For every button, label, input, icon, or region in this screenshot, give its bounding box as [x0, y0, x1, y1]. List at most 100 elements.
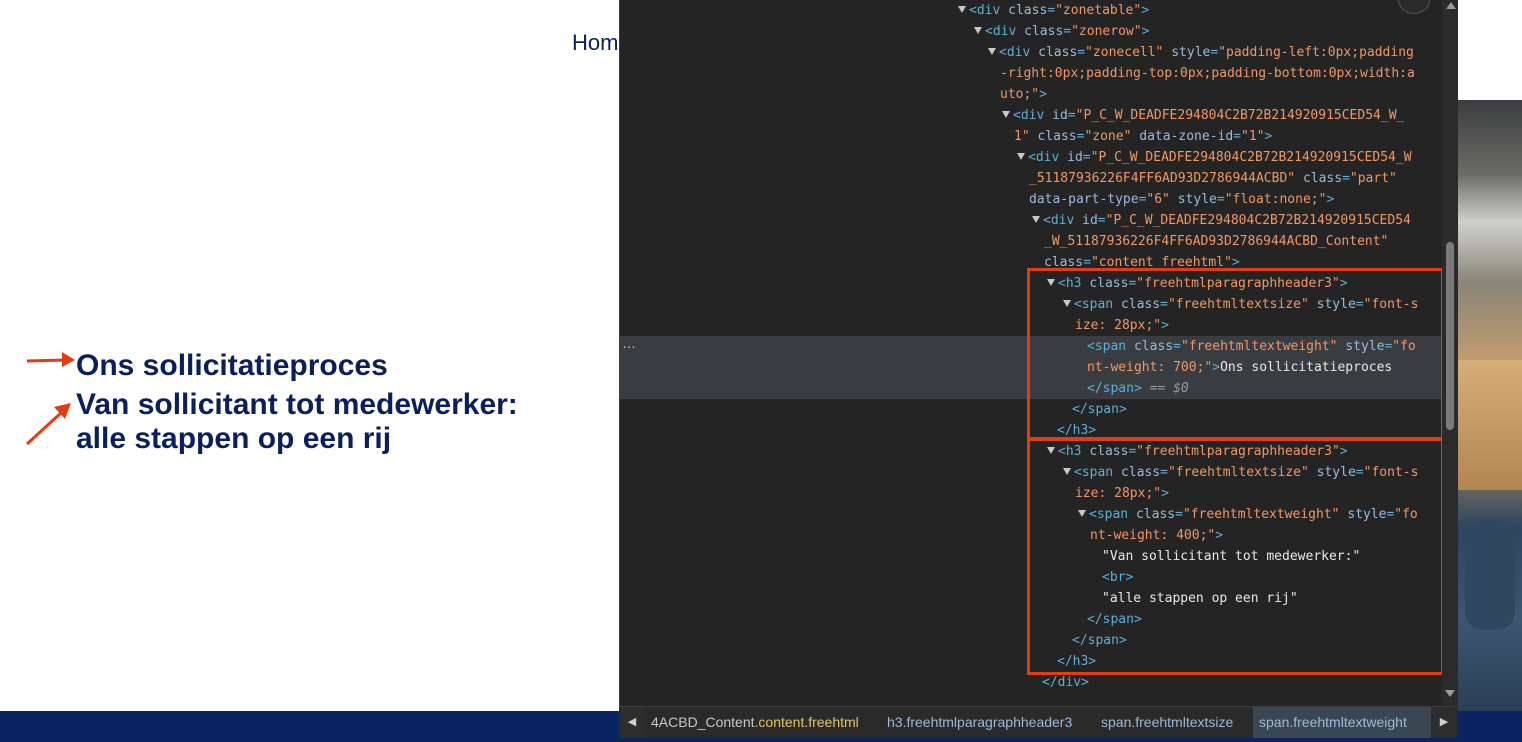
breadcrumb-item[interactable]: 4ACBD_Content.content.freehtml	[645, 707, 881, 738]
code-token: =	[1082, 150, 1091, 165]
expand-triangle-icon[interactable]	[1032, 216, 1040, 223]
code-token: <div	[985, 24, 1025, 39]
code-token: style	[1171, 45, 1211, 60]
code-token: "padding-left:0px;padding	[1218, 45, 1414, 60]
dom-node-line[interactable]: <div class="zonecell" style="padding-lef…	[620, 42, 1442, 63]
code-token: =	[1342, 171, 1350, 186]
code-token: class	[1024, 24, 1064, 39]
code-token: "P_C_W_DEADFE294804C2B72B214920915CED54	[1105, 213, 1411, 228]
code-token: "zonetable"	[1055, 3, 1142, 18]
annotation-arrow-icon	[26, 352, 75, 367]
code-token: 1"	[1014, 129, 1030, 144]
dom-node-line[interactable]: <div id="P_C_W_DEADFE294804C2B72B2149209…	[620, 105, 1442, 126]
annotation-arrow-icon	[25, 403, 71, 446]
dom-node-line[interactable]: -right:0px;padding-top:0px;padding-botto…	[620, 63, 1442, 84]
code-token: "6"	[1146, 192, 1170, 207]
breadcrumb-tag: 4ACBD_Content	[651, 714, 755, 730]
code-token: id	[1052, 108, 1068, 123]
code-token: "P_C_W_DEADFE294804C2B72B214920915CED54_…	[1075, 108, 1405, 123]
dom-node-line[interactable]: <div class="zonerow">	[620, 21, 1442, 42]
code-token: "float:none;"	[1224, 192, 1327, 207]
code-token: <div	[1013, 108, 1053, 123]
breadcrumb-tag: span	[1259, 714, 1290, 730]
more-options-icon[interactable]: …	[622, 335, 636, 351]
dom-node-line[interactable]: _51187936226F4FF6AD93D2786944ACBD" class…	[620, 168, 1442, 189]
breadcrumb-left-arrow-icon[interactable]: ◀	[619, 707, 645, 738]
code-token: =	[1216, 192, 1225, 207]
expand-triangle-icon[interactable]	[974, 27, 982, 34]
dom-node-line[interactable]: </div>	[620, 672, 1442, 693]
code-token: "zonecell"	[1085, 45, 1164, 60]
scroll-up-icon[interactable]	[1446, 2, 1456, 9]
code-token: id	[1067, 150, 1083, 165]
breadcrumb-item[interactable]: span.freehtmltextsize	[1095, 707, 1253, 738]
code-token: "zonerow"	[1071, 24, 1142, 39]
code-token: >	[1326, 192, 1335, 207]
code-token: <div	[969, 3, 1009, 18]
code-token: =	[1077, 45, 1086, 60]
code-token: data-zone-id	[1139, 129, 1234, 144]
code-token: uto;"	[1000, 87, 1040, 102]
code-token: class	[1038, 45, 1078, 60]
dom-tree-scrollbar[interactable]	[1442, 0, 1458, 711]
code-token: </div>	[1042, 675, 1089, 690]
code-token: data-part-type	[1029, 192, 1139, 207]
code-token: >	[1264, 129, 1273, 144]
code-token: _51187936226F4FF6AD93D2786944ACBD"	[1029, 171, 1296, 186]
subheading-line-2: alle stappen op een rij	[76, 422, 392, 455]
code-token: id	[1082, 213, 1098, 228]
code-token: >	[1039, 87, 1047, 102]
code-token: =	[1067, 108, 1076, 123]
code-token: class	[1037, 129, 1077, 144]
code-token: =	[1233, 129, 1241, 144]
highlight-box-heading	[1027, 268, 1444, 440]
breadcrumb-class: .freehtmlparagraphheader3	[902, 714, 1073, 730]
photo-chair	[1465, 520, 1515, 630]
breadcrumb-class: .freehtmltextsize	[1131, 714, 1234, 730]
breadcrumb-tag: span	[1101, 714, 1132, 730]
code-token: =	[1210, 45, 1219, 60]
dom-node-line[interactable]: _W_51187936226F4FF6AD93D2786944ACBD_Cont…	[620, 231, 1442, 252]
devtools-breadcrumb: ◀ 4ACBD_Content.content.freehtml h3.freeh…	[619, 706, 1457, 738]
code-token: style	[1177, 192, 1217, 207]
code-token: <div	[999, 45, 1039, 60]
page-subheading: Van sollicitant tot medewerker: alle sta…	[76, 388, 518, 456]
dom-node-line[interactable]: 1" class="zone" data-zone-id="1">	[620, 126, 1442, 147]
dom-node-line[interactable]: <div id="P_C_W_DEADFE294804C2B72B2149209…	[620, 210, 1442, 231]
devtools-elements-panel: <div class="zonetable"> <div class="zoner…	[619, 0, 1458, 711]
subheading-line-1: Van sollicitant tot medewerker:	[76, 388, 518, 421]
expand-triangle-icon[interactable]	[958, 6, 966, 13]
scroll-down-icon[interactable]	[1445, 690, 1455, 697]
dom-node-line[interactable]: <div id="P_C_W_DEADFE294804C2B72B2149209…	[620, 147, 1442, 168]
expand-triangle-icon[interactable]	[1017, 153, 1025, 160]
expand-triangle-icon[interactable]	[1002, 111, 1010, 118]
breadcrumb-right-arrow-icon[interactable]: ▶	[1431, 707, 1457, 738]
code-token: =	[1047, 3, 1056, 18]
code-token: <div	[1028, 150, 1068, 165]
office-photo	[1457, 100, 1522, 711]
code-token: "P_C_W_DEADFE294804C2B72B214920915CED54_…	[1090, 150, 1412, 165]
code-token: "part"	[1349, 171, 1397, 186]
code-token: class	[1008, 3, 1048, 18]
code-token: <div	[1043, 213, 1083, 228]
scroll-thumb[interactable]	[1446, 242, 1454, 430]
dom-node-line[interactable]: uto;">	[620, 84, 1442, 105]
dom-node-line[interactable]: data-part-type="6" style="float:none;">	[620, 189, 1442, 210]
code-token: >	[1141, 24, 1150, 39]
breadcrumb-tag: h3	[887, 714, 903, 730]
breadcrumb-item[interactable]: h3.freehtmlparagraphheader3	[881, 707, 1094, 738]
expand-triangle-icon[interactable]	[988, 48, 996, 55]
code-token: =	[1097, 213, 1106, 228]
code-token: "1"	[1241, 129, 1265, 144]
code-token: -right:0px;padding-top:0px;padding-botto…	[1000, 66, 1415, 81]
photo-desk	[1457, 360, 1522, 490]
code-token: "zone"	[1084, 129, 1132, 144]
code-token: =	[1063, 24, 1072, 39]
dom-node-line[interactable]: <div class="zonetable">	[620, 0, 1442, 21]
code-token: >	[1141, 3, 1150, 18]
page-heading: Ons sollicitatieproces	[76, 349, 388, 382]
breadcrumb-item[interactable]: span.freehtmltextweight	[1253, 707, 1431, 738]
highlight-box-subheading	[1027, 438, 1444, 675]
breadcrumb-class: .freehtmltextweight	[1289, 714, 1407, 730]
